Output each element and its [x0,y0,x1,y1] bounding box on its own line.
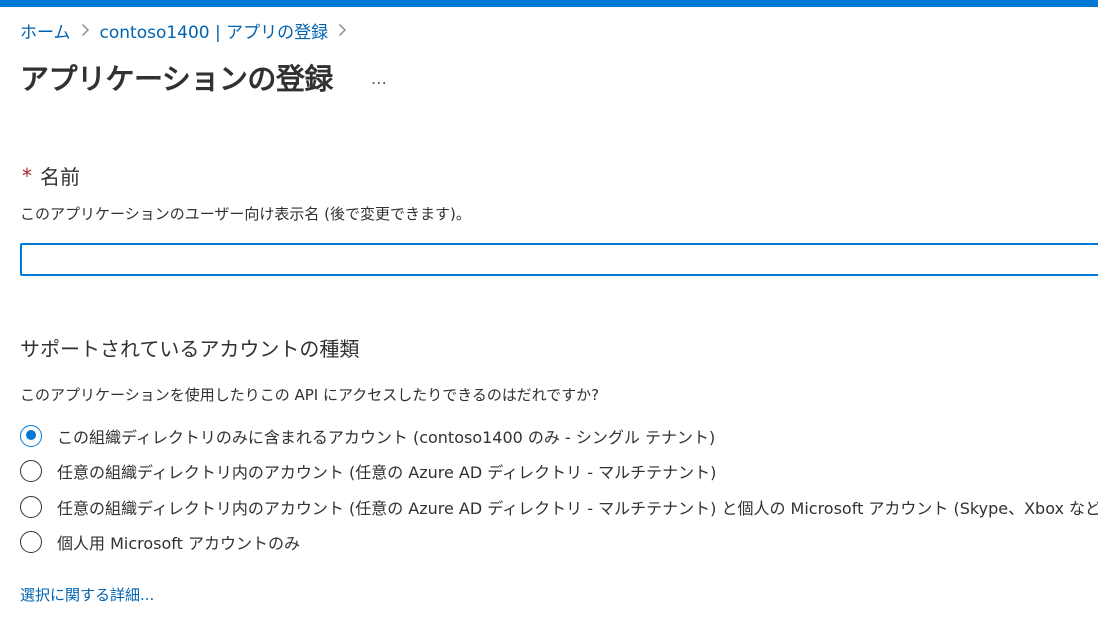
account-types-question: このアプリケーションを使用したりこの API にアクセスしたりできるのはだれです… [20,386,600,404]
name-field-description: このアプリケーションのユーザー向け表示名 (後で変更できます)。 [20,205,471,223]
account-type-option-multi-tenant[interactable]: 任意の組織ディレクトリ内のアカウント (任意の Azure AD ディレクトリ … [20,454,1098,490]
radio-option-label: 任意の組織ディレクトリ内のアカウント (任意の Azure AD ディレクトリ … [57,498,1098,518]
account-types-help-link[interactable]: 選択に関する詳細... [20,584,154,605]
breadcrumb-app-registrations-link[interactable]: contoso1400 | アプリの登録 [100,18,329,43]
radio-button-selected[interactable] [20,424,42,447]
radio-option-label: 個人用 Microsoft アカウントのみ [57,534,300,554]
name-input[interactable] [20,243,1098,276]
radio-button[interactable] [20,495,42,518]
account-type-option-single-tenant[interactable]: この組織ディレクトリのみに含まれるアカウント (contoso1400 のみ -… [20,418,1098,454]
account-type-option-personal-only[interactable]: 個人用 Microsoft アカウントのみ [20,525,1098,561]
more-options-button[interactable]: … [367,69,391,89]
page-title: アプリケーションの登録 [20,62,333,96]
top-accent-bar [0,0,1098,7]
account-type-option-multi-tenant-personal[interactable]: 任意の組織ディレクトリ内のアカウント (任意の Azure AD ディレクトリ … [20,489,1098,525]
name-field-label-row: * 名前 [20,161,80,190]
radio-button[interactable] [20,531,42,554]
account-types-title: サポートされているアカウントの種類 [20,337,360,361]
name-field-label: 名前 [40,165,80,189]
chevron-right-icon [338,23,347,37]
chevron-right-icon [81,23,90,37]
breadcrumb: ホーム contoso1400 | アプリの登録 [20,18,357,43]
account-type-radio-group: この組織ディレクトリのみに含まれるアカウント (contoso1400 のみ -… [20,418,1098,560]
breadcrumb-home-link[interactable]: ホーム [20,18,71,43]
page-header: アプリケーションの登録 … [20,56,391,98]
radio-option-label: 任意の組織ディレクトリ内のアカウント (任意の Azure AD ディレクトリ … [57,463,717,483]
required-marker: * [22,163,32,188]
radio-option-label: この組織ディレクトリのみに含まれるアカウント (contoso1400 のみ -… [57,427,716,447]
radio-button[interactable] [20,460,42,483]
